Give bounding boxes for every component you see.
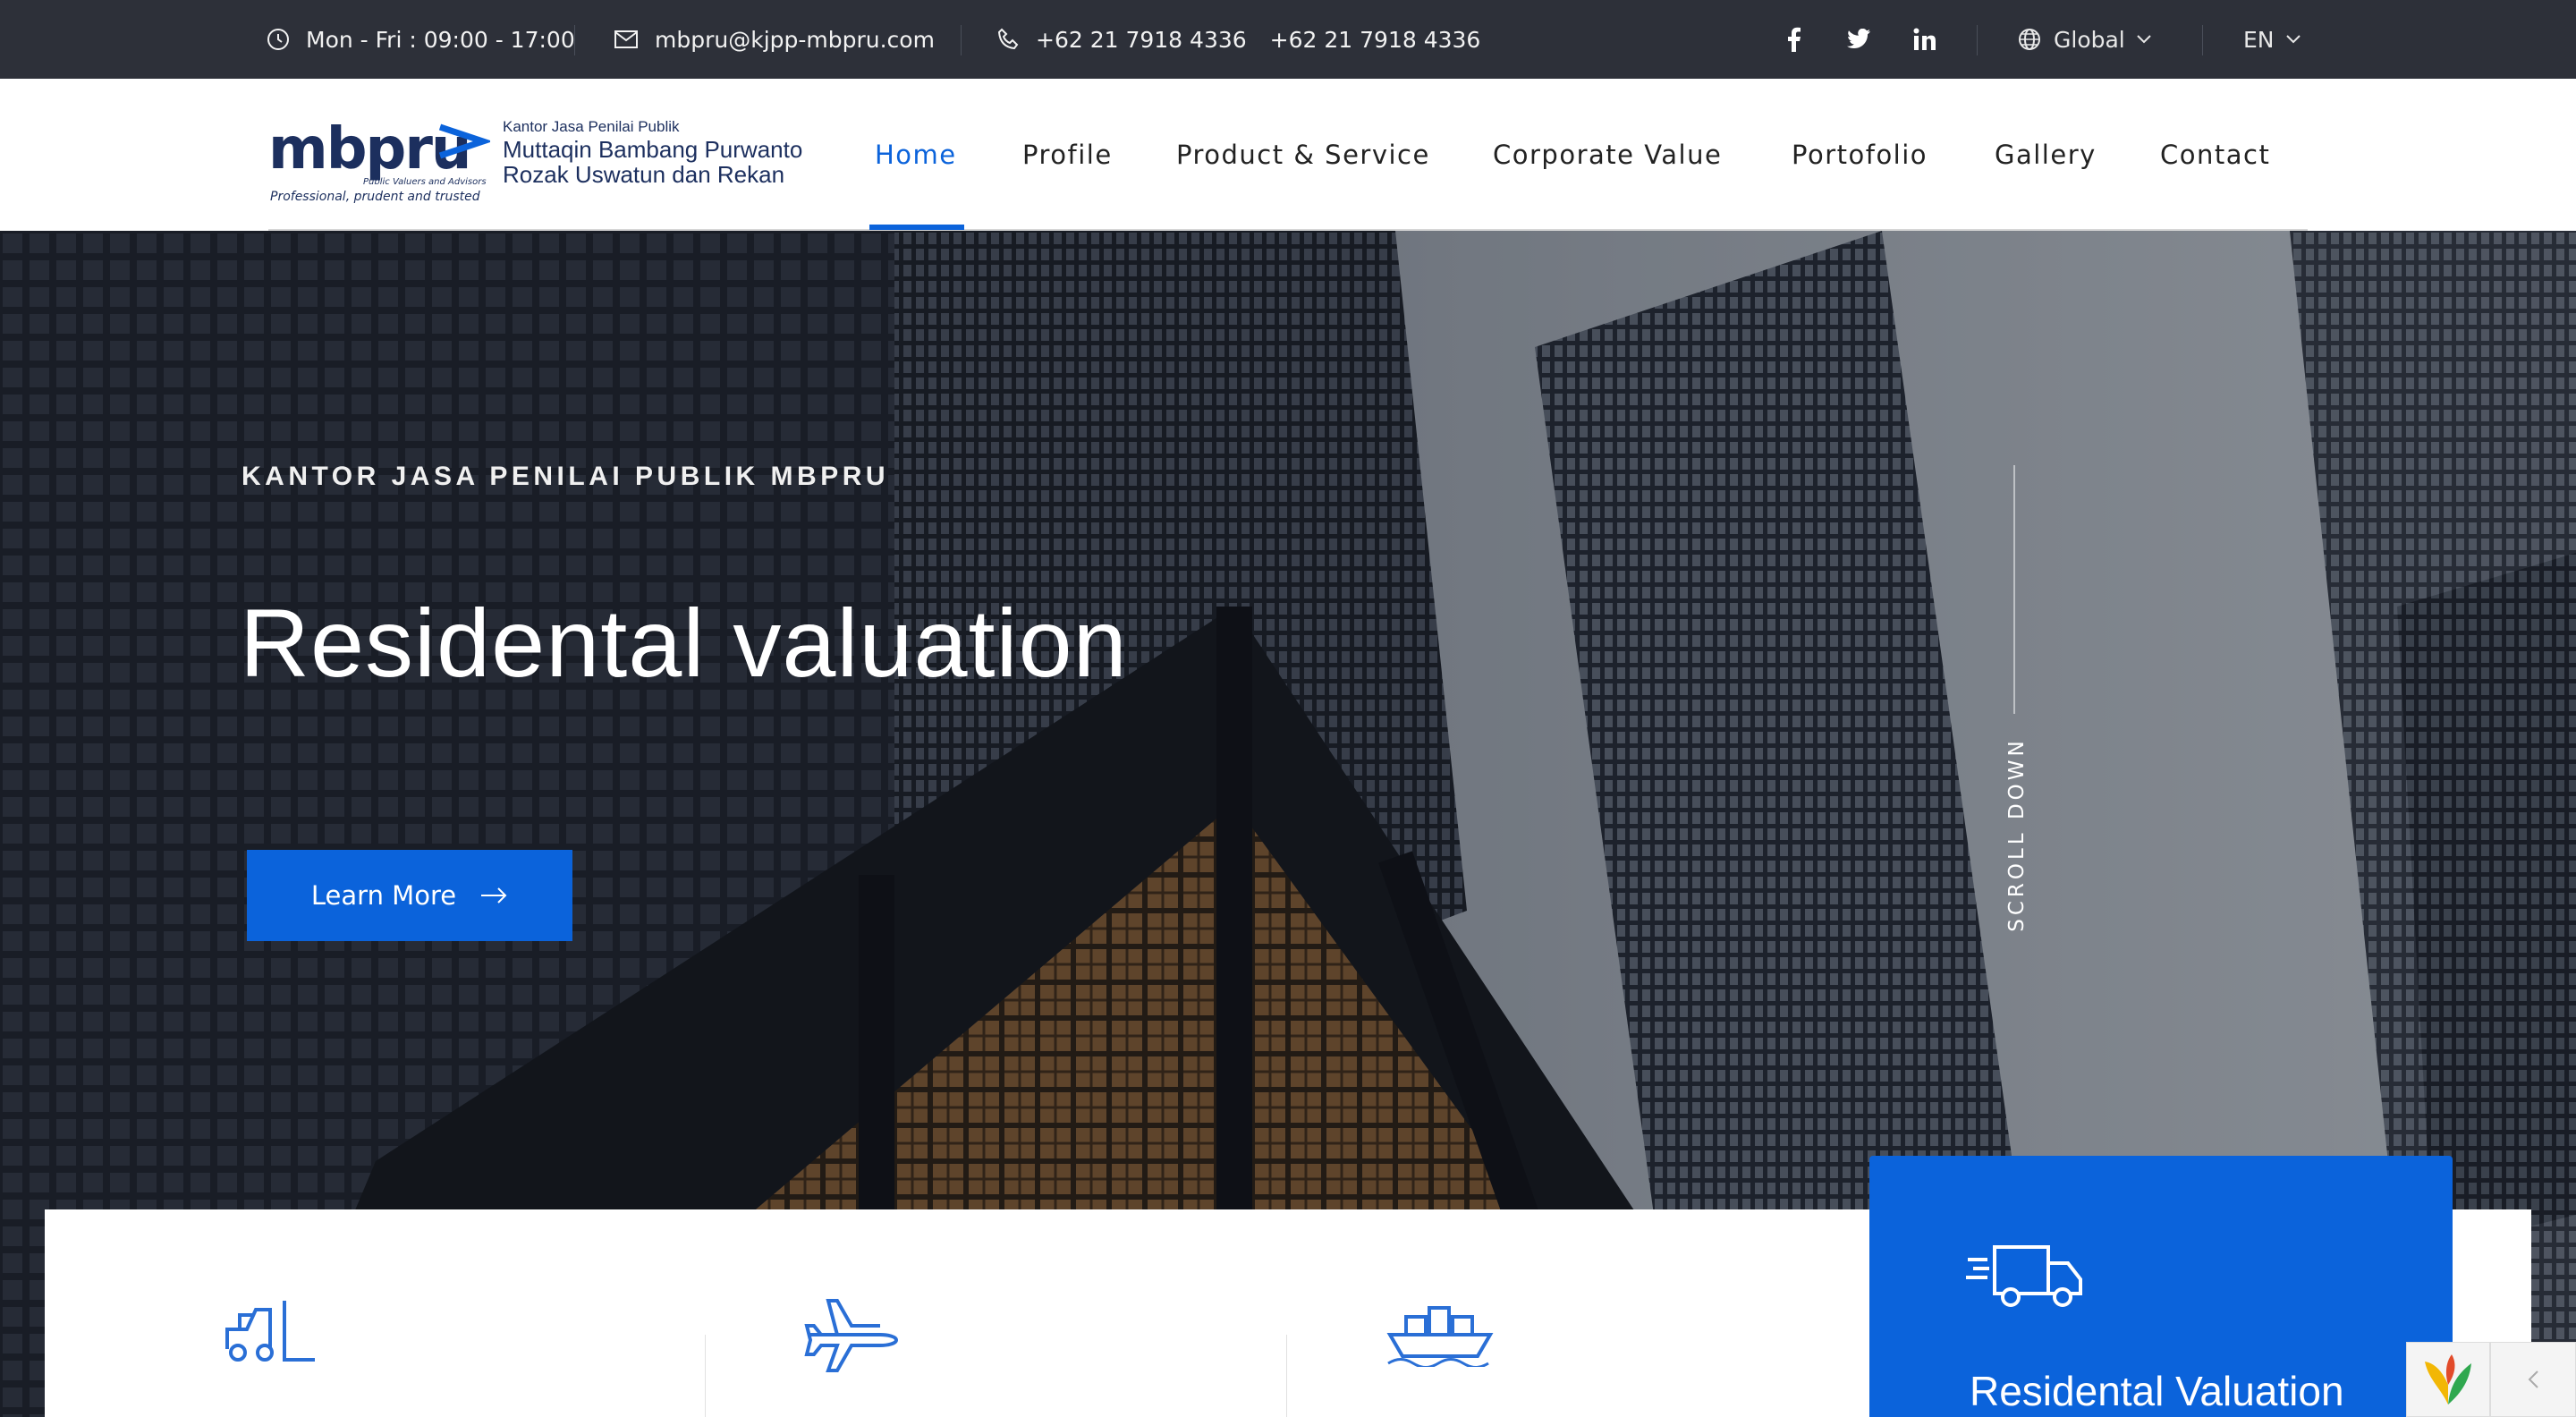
chevron-left-icon — [2528, 1370, 2538, 1388]
logo-firm-kind: Kantor Jasa Penilai Publik — [503, 118, 680, 135]
featured-service-title: Residental Valuation — [1970, 1368, 2344, 1414]
featured-service-card[interactable]: Residental Valuation — [1869, 1156, 2453, 1417]
language-selector[interactable]: EN — [2243, 0, 2301, 79]
nav-gallery[interactable]: Gallery — [1995, 79, 2097, 231]
nav-home[interactable]: Home — [875, 79, 957, 231]
nav-product-service[interactable]: Product & Service — [1176, 79, 1430, 231]
chevron-down-icon — [2137, 35, 2151, 44]
divider — [961, 25, 962, 55]
envelope-icon — [614, 30, 638, 48]
delivery-truck-icon — [1966, 1245, 2082, 1307]
facebook-link[interactable] — [1778, 23, 1810, 55]
hero-title: Residental valuation — [240, 589, 1128, 697]
business-hours: Mon - Fri : 09:00 - 17:00 — [267, 0, 575, 79]
divider — [2202, 25, 2203, 55]
chat-widget-button[interactable] — [2406, 1342, 2490, 1417]
top-info-bar: Mon - Fri : 09:00 - 17:00 mbpru@kjpp-mbp… — [0, 0, 2576, 79]
facebook-icon — [1788, 27, 1801, 52]
divider — [1286, 1335, 1287, 1417]
logo-firm-name-2: Rozak Uswatun dan Rekan — [503, 161, 785, 188]
forklift-icon[interactable] — [222, 1295, 320, 1367]
clock-icon — [267, 29, 289, 50]
header-divider — [268, 229, 2308, 231]
logo-arrow-icon — [438, 123, 490, 159]
cargo-ship-icon[interactable] — [1385, 1295, 1496, 1367]
arrow-right-icon — [481, 887, 507, 904]
globe-icon — [2019, 29, 2040, 50]
hero-kicker: KANTOR JASA PENILAI PUBLIK MBPRU — [242, 462, 890, 491]
scroll-down-hint[interactable]: SCROLL DOWN — [2005, 714, 2029, 955]
twitter-link[interactable] — [1843, 23, 1875, 55]
business-hours-text: Mon - Fri : 09:00 - 17:00 — [306, 26, 575, 53]
divider — [574, 25, 575, 55]
email-link[interactable]: mbpru@kjpp-mbpru.com — [614, 0, 935, 79]
company-logo[interactable]: mbpru Public Valuers and Advisors Profes… — [268, 111, 805, 209]
nav-corporate-value[interactable]: Corporate Value — [1493, 79, 1722, 231]
divider — [1977, 25, 1978, 55]
nav-contact[interactable]: Contact — [2160, 79, 2270, 231]
phone-number-2[interactable]: +62 21 7918 4336 — [1270, 27, 1481, 53]
learn-more-button[interactable]: Learn More — [247, 850, 572, 941]
nav-profile[interactable]: Profile — [1022, 79, 1113, 231]
phone-number-1[interactable]: +62 21 7918 4336 — [1036, 27, 1247, 53]
divider — [705, 1335, 706, 1417]
phone-icon — [997, 28, 1019, 50]
linkedin-link[interactable] — [1909, 23, 1941, 55]
learn-more-label[interactable]: Learn More — [311, 880, 456, 911]
region-selector[interactable]: Global — [2018, 0, 2152, 79]
chevron-down-icon — [2285, 35, 2301, 44]
language-label[interactable]: EN — [2243, 27, 2275, 53]
phone-link[interactable]: +62 21 7918 4336 +62 21 7918 4336 — [996, 0, 1480, 79]
logo-firm-name-1: Muttaqin Bambang Purwanto — [503, 136, 803, 163]
nav-portofolio[interactable]: Portofolio — [1792, 79, 1928, 231]
nav-active-indicator — [869, 225, 964, 230]
region-label[interactable]: Global — [2054, 27, 2125, 53]
airplane-icon[interactable] — [801, 1295, 903, 1376]
widget-logo-icon — [2425, 1354, 2471, 1404]
logo-subtitle: Public Valuers and Advisors — [363, 177, 487, 187]
widget-collapse-button[interactable] — [2490, 1342, 2576, 1417]
email-text[interactable]: mbpru@kjpp-mbpru.com — [655, 27, 935, 53]
twitter-icon — [1847, 29, 1870, 49]
linkedin-icon — [1913, 28, 1936, 50]
logo-tagline: Professional, prudent and trusted — [270, 190, 480, 204]
scroll-line — [2013, 465, 2015, 714]
